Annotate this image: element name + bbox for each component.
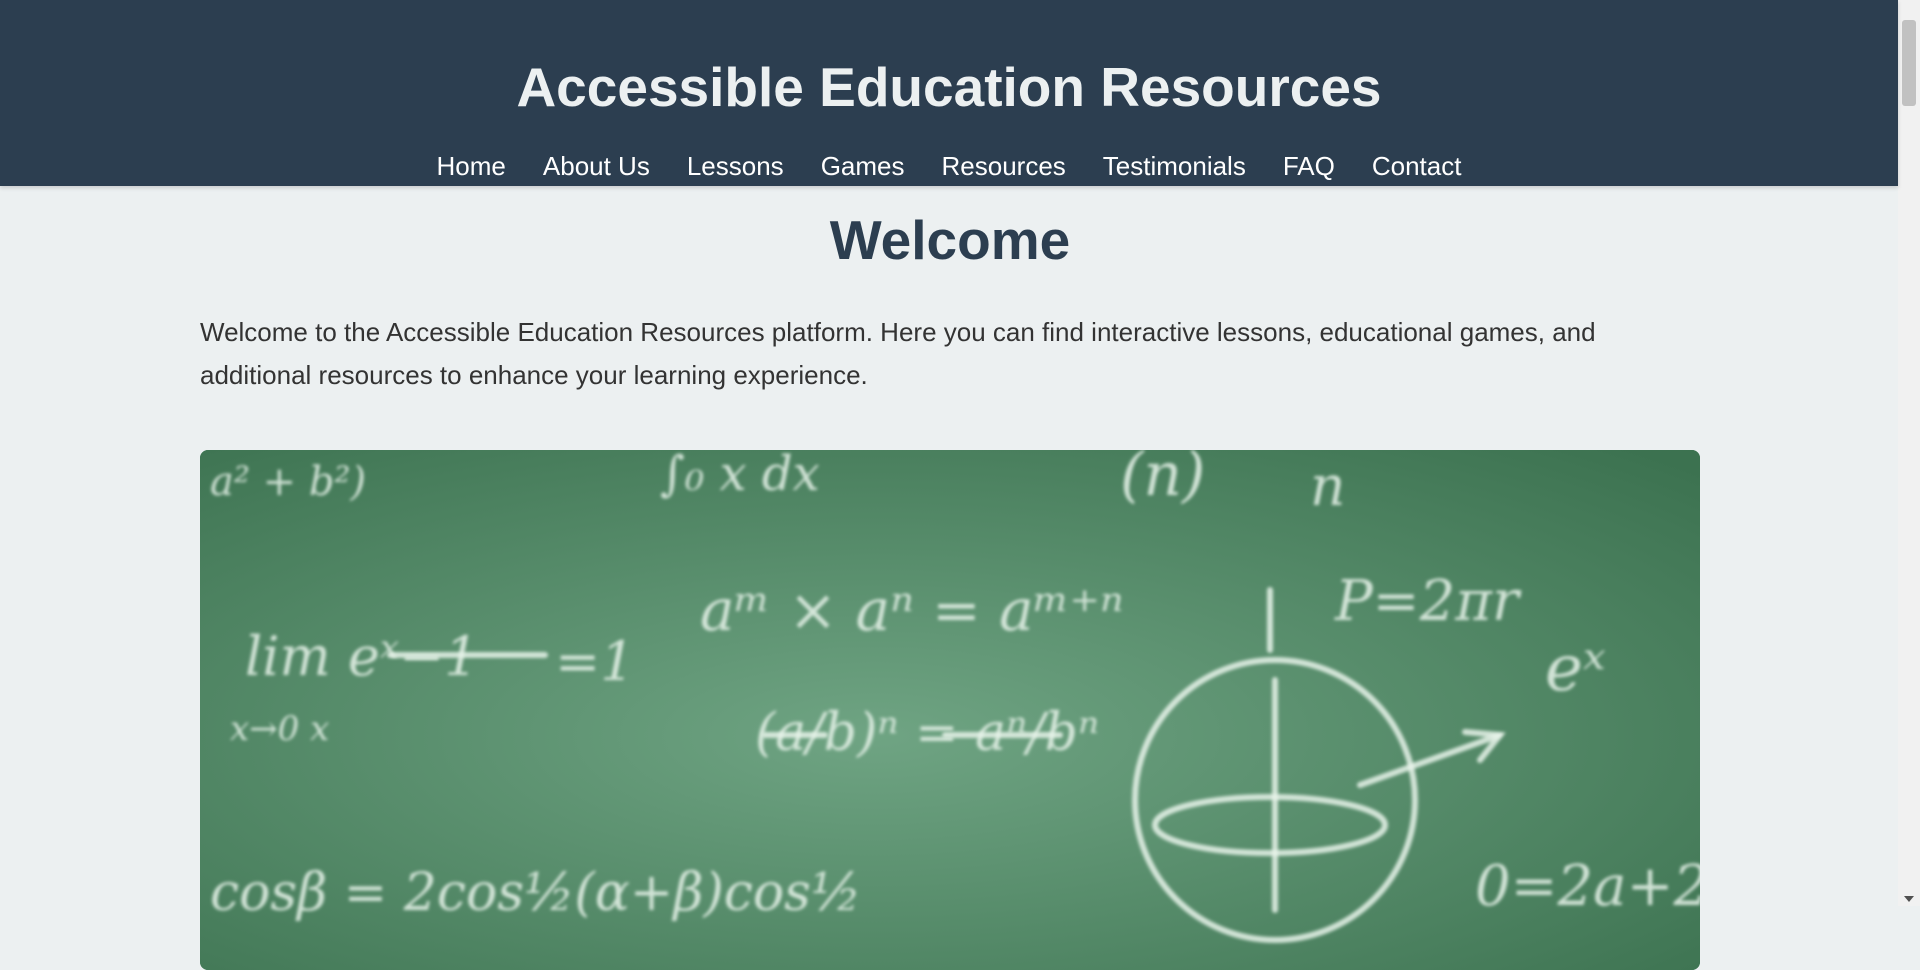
- chalk-formula: aᵐ × aⁿ = aᵐ⁺ⁿ: [700, 576, 1123, 644]
- chalk-formula: eˣ: [1545, 632, 1606, 706]
- chalk-formula: =1: [555, 630, 635, 693]
- intro-paragraph: Welcome to the Accessible Education Reso…: [200, 317, 1596, 390]
- site-title: Accessible Education Resources: [516, 56, 1382, 118]
- main-nav: Home About Us Lessons Games Resources Te…: [0, 150, 1898, 182]
- chalk-formula: x→0 x: [230, 709, 329, 749]
- chalkboard-image: a² + b²) ∫₀ x dx (n) n lim eˣ−1 x→0 x =1 aᵐ × a…: [200, 450, 1700, 970]
- welcome-heading: Welcome: [829, 209, 1071, 271]
- site-header: Accessible Education Resources Home Abou…: [0, 0, 1898, 186]
- scroll-down-arrow-icon[interactable]: [1904, 896, 1914, 902]
- nav-link-games[interactable]: Games: [821, 150, 905, 182]
- chalk-formula: (n): [1120, 450, 1205, 510]
- nav-link-contact[interactable]: Contact: [1372, 150, 1462, 182]
- nav-link-home[interactable]: Home: [437, 150, 506, 182]
- chalk-formula: cosβ = 2cos½(α+β)cos½: [210, 863, 861, 923]
- scrollbar-thumb[interactable]: [1902, 20, 1916, 106]
- chalk-formula: 0=2a+2: [1475, 854, 1700, 919]
- page-scrollbar[interactable]: [1898, 0, 1920, 906]
- nav-link-lessons[interactable]: Lessons: [687, 150, 784, 182]
- nav-link-resources[interactable]: Resources: [942, 150, 1066, 182]
- chalk-formula: n: [1310, 454, 1345, 518]
- chalk-formula: P=2πr: [1334, 569, 1522, 634]
- nav-link-testimonials[interactable]: Testimonials: [1103, 150, 1246, 182]
- chalk-formula: a² + b²): [210, 459, 366, 505]
- chalk-formula: ∫₀ x dx: [660, 450, 820, 502]
- chalkboard-illustration: a² + b²) ∫₀ x dx (n) nlim eˣ−1x→0 x=1aᵐ × a…: [200, 450, 1700, 970]
- nav-link-about-us[interactable]: About Us: [543, 150, 650, 182]
- nav-link-faq[interactable]: FAQ: [1283, 150, 1335, 182]
